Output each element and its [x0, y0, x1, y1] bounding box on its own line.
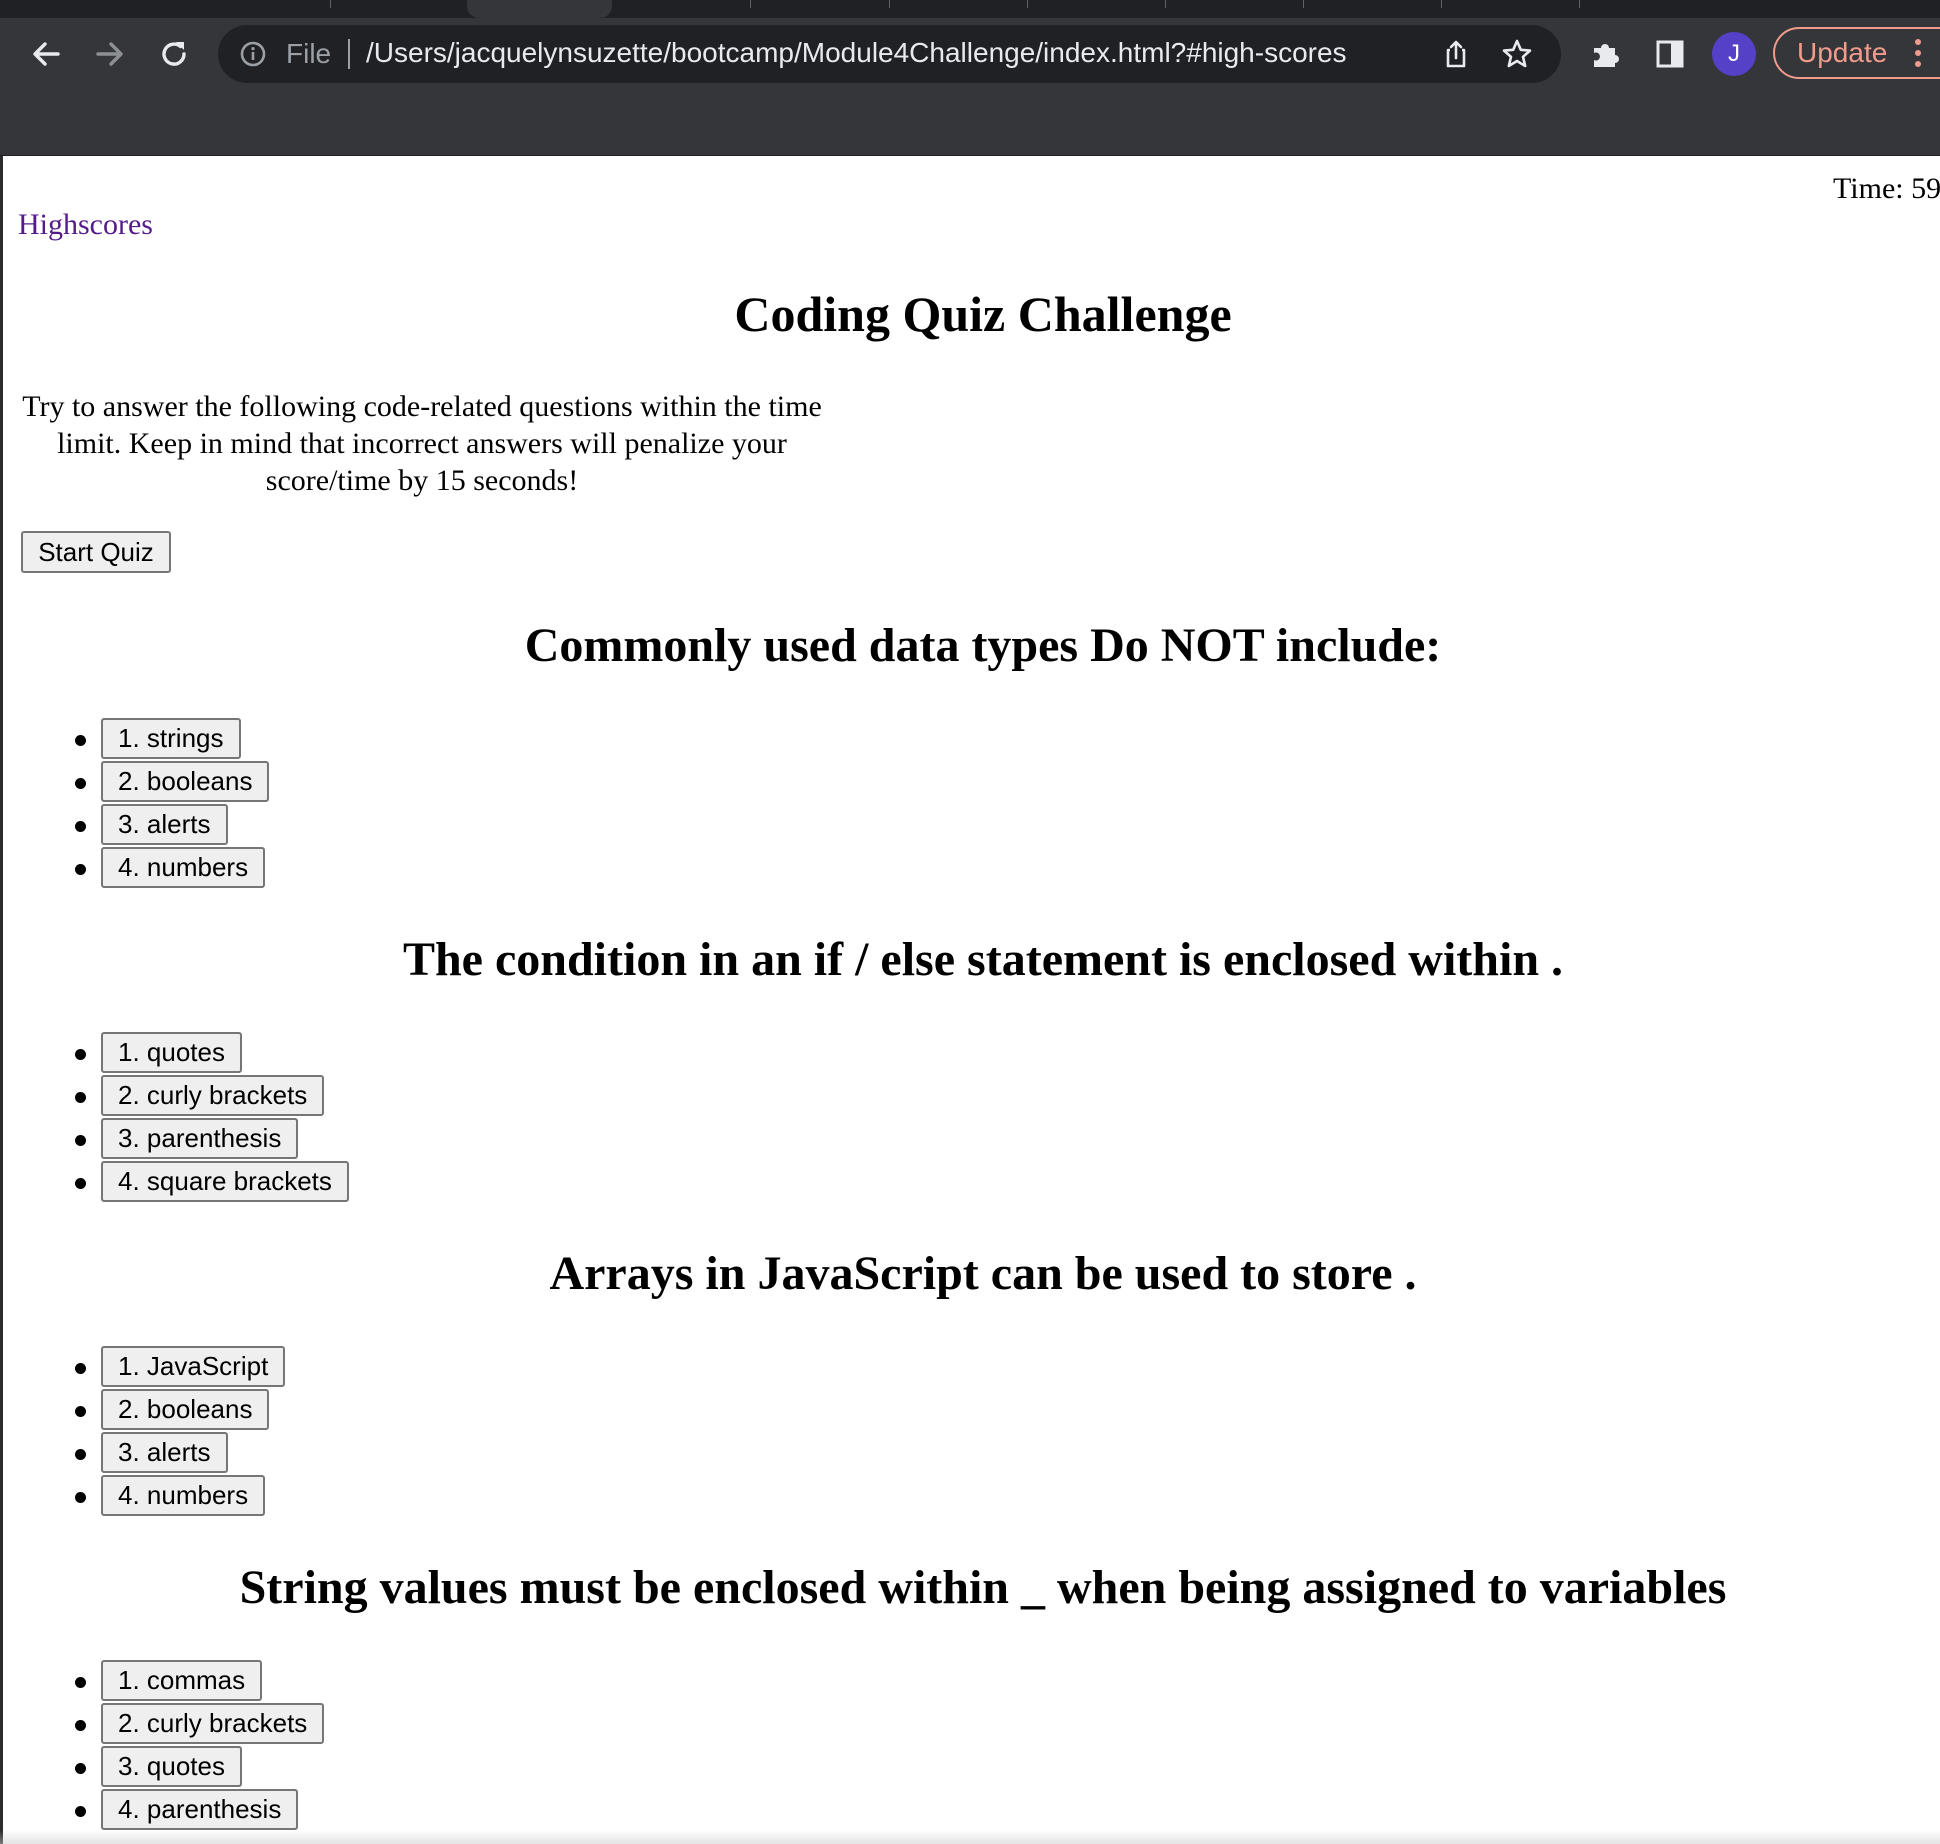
intro-text: Try to answer the following code-related…: [22, 390, 822, 497]
bullet: [75, 821, 86, 832]
answer-button[interactable]: 3. alerts: [101, 1432, 228, 1473]
bullet: [75, 1049, 86, 1060]
forward-arrow-icon: [96, 42, 123, 66]
answer-button[interactable]: 3. alerts: [101, 804, 228, 845]
window-bottom-edge: [0, 1830, 1940, 1844]
tab-strip: [0, 0, 1940, 18]
update-button[interactable]: Update: [1773, 27, 1940, 79]
highscores-link[interactable]: Highscores: [18, 208, 153, 242]
page-content: Time: 59 Highscores Coding Quiz Challeng…: [0, 156, 1940, 1844]
question-title: Arrays in JavaScript can be used to stor…: [549, 1247, 1417, 1300]
omnibox-divider: [348, 39, 350, 69]
question-title: The condition in an if / else statement …: [402, 933, 1564, 986]
tab-separator: [330, 0, 331, 8]
timer: Time: 59: [1833, 172, 1940, 205]
answer-button[interactable]: 4. numbers: [101, 1475, 266, 1516]
active-tab[interactable]: [467, 0, 612, 18]
star-icon[interactable]: [1501, 38, 1533, 70]
bullet: [75, 1178, 86, 1189]
tab-separator: [1579, 0, 1580, 8]
forward-button[interactable]: [88, 32, 132, 76]
back-arrow-icon: [33, 42, 60, 66]
kebab-menu-icon[interactable]: [1914, 37, 1922, 69]
update-label: Update: [1797, 37, 1888, 68]
answer-button[interactable]: 1. quotes: [101, 1032, 242, 1073]
page-title: Coding Quiz Challenge: [734, 286, 1232, 342]
tab-separator: [1165, 0, 1166, 8]
bullet: [75, 778, 86, 789]
bullet: [75, 1492, 86, 1503]
back-button[interactable]: [24, 32, 68, 76]
answer-button[interactable]: 3. parenthesis: [101, 1118, 299, 1159]
bullet: [75, 864, 86, 875]
answer-button[interactable]: 2. booleans: [101, 1389, 270, 1430]
answer-button[interactable]: 4. square brackets: [101, 1161, 349, 1202]
info-icon[interactable]: [240, 41, 266, 67]
answer-button[interactable]: 1. commas: [101, 1660, 263, 1701]
browser-chrome: File /Users/jacquelynsuzette/bootcamp/Mo…: [0, 0, 1940, 156]
bullet: [75, 1449, 86, 1460]
answer-button[interactable]: 1. JavaScript: [101, 1346, 286, 1387]
start-quiz-button[interactable]: Start Quiz: [21, 531, 171, 573]
answer-button[interactable]: 4. parenthesis: [101, 1789, 299, 1830]
bullet: [75, 1406, 86, 1417]
answer-button[interactable]: 2. curly brackets: [101, 1703, 325, 1744]
bullet: [75, 1677, 86, 1688]
bullet: [75, 1720, 86, 1731]
url-text[interactable]: /Users/jacquelynsuzette/bootcamp/Module4…: [366, 37, 1347, 69]
share-icon[interactable]: [1440, 38, 1472, 70]
bullet: [75, 1092, 86, 1103]
tab-separator: [750, 0, 751, 8]
file-scheme-label: File: [286, 38, 332, 69]
tab-separator: [1441, 0, 1442, 8]
address-bar[interactable]: File /Users/jacquelynsuzette/bootcamp/Mo…: [218, 25, 1561, 83]
extensions-button[interactable]: [1584, 32, 1628, 76]
bullet: [75, 1363, 86, 1374]
question-title: String values must be enclosed within _ …: [239, 1561, 1727, 1614]
bullet: [75, 1763, 86, 1774]
bullet: [75, 1135, 86, 1146]
side-panel-button[interactable]: [1648, 32, 1692, 76]
answer-button[interactable]: 1. strings: [101, 718, 241, 759]
tab-separator: [1303, 0, 1304, 8]
reload-button[interactable]: [152, 32, 196, 76]
profile-avatar[interactable]: J: [1712, 32, 1756, 76]
tab-separator: [1027, 0, 1028, 8]
answer-button[interactable]: 3. quotes: [101, 1746, 242, 1787]
tab-separator: [889, 0, 890, 8]
answer-button[interactable]: 2. booleans: [101, 761, 270, 802]
answer-button[interactable]: 4. numbers: [101, 847, 266, 888]
reload-icon: [162, 42, 186, 66]
side-panel-icon: [1656, 40, 1684, 68]
puzzle-extensions-icon: [1594, 44, 1619, 67]
question-title: Commonly used data types Do NOT include:: [524, 619, 1442, 672]
bullet: [75, 735, 86, 746]
answer-button[interactable]: 2. curly brackets: [101, 1075, 325, 1116]
bullet: [75, 1806, 86, 1817]
